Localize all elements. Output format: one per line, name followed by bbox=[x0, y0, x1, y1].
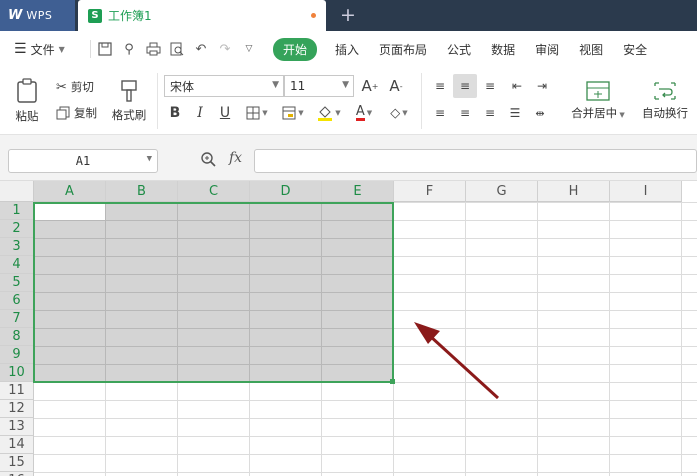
font-name-value: 宋体 bbox=[170, 79, 195, 94]
chevron-down-icon: ▼ bbox=[58, 44, 65, 54]
tab-bar: W WPS S 工作簿1 + bbox=[0, 0, 697, 31]
eraser-icon: ◇ bbox=[390, 105, 401, 121]
font-size-value: 11 bbox=[290, 79, 306, 93]
copy-label: 复制 bbox=[74, 106, 97, 120]
name-box[interactable]: A1 ▼ bbox=[8, 149, 158, 173]
chevron-down-icon: ▼ bbox=[272, 80, 279, 90]
tab-page-layout[interactable]: 页面布局 bbox=[379, 41, 427, 58]
format-painter-quick-icon[interactable]: ⚲ bbox=[119, 39, 139, 59]
font-size-select[interactable]: 11 ▼ bbox=[284, 75, 354, 97]
wps-tab-label: WPS bbox=[26, 9, 53, 22]
cell-style-icon bbox=[282, 106, 296, 120]
fill-color-button[interactable]: ▼ bbox=[314, 103, 344, 123]
brush-icon bbox=[121, 80, 137, 102]
copy-button[interactable]: 复制 bbox=[56, 104, 97, 122]
tab-review[interactable]: 审阅 bbox=[535, 41, 559, 58]
font-color-button[interactable]: A ▼ bbox=[350, 103, 378, 123]
cell-reference: A1 bbox=[75, 154, 91, 168]
merge-center-label: 合并居中 ▼ bbox=[571, 106, 625, 120]
align-center-icon[interactable]: ≡ bbox=[455, 103, 475, 123]
border-button[interactable]: ▼ bbox=[243, 103, 271, 123]
print-preview-icon[interactable] bbox=[167, 39, 187, 59]
auto-wrap-button[interactable]: 自动换行 bbox=[638, 75, 692, 127]
format-painter-button[interactable]: 格式刷 bbox=[108, 75, 150, 127]
outdent-icon[interactable]: ⇤ bbox=[507, 76, 527, 96]
merge-center-button[interactable]: 合并居中 ▼ bbox=[566, 75, 630, 127]
increase-font-icon[interactable]: A + bbox=[360, 75, 380, 97]
align-left-icon[interactable]: ≡ bbox=[430, 103, 450, 123]
zoom-icon[interactable] bbox=[200, 151, 216, 171]
chevron-down-icon: ▼ bbox=[342, 80, 349, 90]
paste-label: 粘贴 bbox=[15, 109, 39, 123]
unsaved-dot-icon bbox=[311, 13, 316, 18]
ribbon-toolbar: 粘贴 ✂ 剪切 复制 格式刷 宋体 ▼ 11 ▼ A + A- B I U ▼ … bbox=[0, 67, 697, 135]
spreadsheet-grid[interactable]: ABCDEFGHI 12345678910111213141516 bbox=[0, 181, 697, 476]
cut-label: 剪切 bbox=[70, 80, 94, 94]
font-name-select[interactable]: 宋体 ▼ bbox=[164, 75, 284, 97]
tab-data[interactable]: 数据 bbox=[491, 41, 515, 58]
hamburger-icon: ☰ bbox=[14, 41, 27, 57]
chevron-down-icon: ▼ bbox=[146, 154, 152, 164]
tab-security[interactable]: 安全 bbox=[623, 41, 647, 58]
clipboard-icon bbox=[17, 78, 37, 103]
merge-cells-icon bbox=[586, 81, 610, 101]
paste-button[interactable]: 粘贴 bbox=[10, 75, 44, 127]
underline-button[interactable]: U bbox=[216, 103, 234, 123]
file-menu-label: 文件 bbox=[30, 42, 55, 57]
menu-bar: ☰ 文件 ▼ ⚲ ↶ ↷ ▽ 开始 插入 页面布局 公式 数据 审阅 视图 安全 bbox=[0, 31, 697, 67]
paint-bucket-icon bbox=[318, 106, 333, 121]
scissors-icon: ✂ bbox=[56, 79, 67, 95]
cut-button[interactable]: ✂ 剪切 bbox=[56, 78, 94, 96]
annotation-arrow bbox=[414, 322, 500, 400]
font-color-icon: A bbox=[355, 104, 365, 121]
italic-button[interactable]: I bbox=[191, 103, 209, 123]
file-menu-button[interactable]: ☰ 文件 ▼ bbox=[0, 41, 86, 58]
auto-wrap-label: 自动换行 bbox=[642, 106, 688, 120]
format-painter-label: 格式刷 bbox=[111, 108, 147, 122]
wrap-text-icon bbox=[654, 82, 676, 100]
save-icon[interactable] bbox=[95, 39, 115, 59]
annotation-arrow-shaft bbox=[428, 334, 500, 400]
border-icon bbox=[246, 106, 260, 120]
divider bbox=[90, 40, 91, 58]
tab-home[interactable]: 开始 bbox=[273, 37, 318, 61]
formula-row: A1 ▼ fx bbox=[0, 135, 697, 181]
copy-icon bbox=[56, 106, 70, 120]
align-middle-icon[interactable]: ≡ bbox=[453, 74, 477, 98]
justify-icon[interactable]: ☰ bbox=[505, 103, 525, 123]
divider bbox=[421, 73, 422, 129]
spreadsheet-file-icon: S bbox=[88, 8, 102, 23]
indent-icon[interactable]: ⇥ bbox=[532, 76, 552, 96]
distributed-icon[interactable]: ⇹ bbox=[530, 103, 550, 123]
align-right-icon[interactable]: ≡ bbox=[480, 103, 500, 123]
tab-view[interactable]: 视图 bbox=[579, 41, 603, 58]
decrease-font-icon[interactable]: A- bbox=[386, 75, 406, 97]
new-tab-button[interactable]: + bbox=[340, 4, 356, 26]
document-tab[interactable]: S 工作簿1 bbox=[78, 0, 326, 31]
align-bottom-icon[interactable]: ≡ bbox=[480, 76, 500, 96]
bold-button[interactable]: B bbox=[166, 103, 184, 123]
divider bbox=[157, 73, 158, 129]
print-icon[interactable] bbox=[143, 39, 163, 59]
spreadsheet-window: W WPS S 工作簿1 + ☰ 文件 ▼ ⚲ ↶ ↷ ▽ 开始 插入 页面布局… bbox=[0, 0, 697, 476]
wps-logo-icon: W bbox=[8, 8, 23, 23]
wps-home-tab[interactable]: W WPS bbox=[0, 0, 75, 31]
cell-style-button[interactable]: ▼ bbox=[279, 103, 307, 123]
quick-access-dropdown-icon[interactable]: ▽ bbox=[239, 39, 259, 59]
redo-icon[interactable]: ↷ bbox=[215, 39, 235, 59]
tab-formulas[interactable]: 公式 bbox=[447, 41, 471, 58]
clear-button[interactable]: ◇ ▼ bbox=[385, 103, 413, 123]
function-icon[interactable]: fx bbox=[229, 150, 242, 166]
align-top-icon[interactable]: ≡ bbox=[430, 76, 450, 96]
formula-input[interactable] bbox=[254, 149, 697, 173]
document-tab-label: 工作簿1 bbox=[108, 9, 152, 23]
undo-icon[interactable]: ↶ bbox=[191, 39, 211, 59]
tab-insert[interactable]: 插入 bbox=[335, 41, 359, 58]
